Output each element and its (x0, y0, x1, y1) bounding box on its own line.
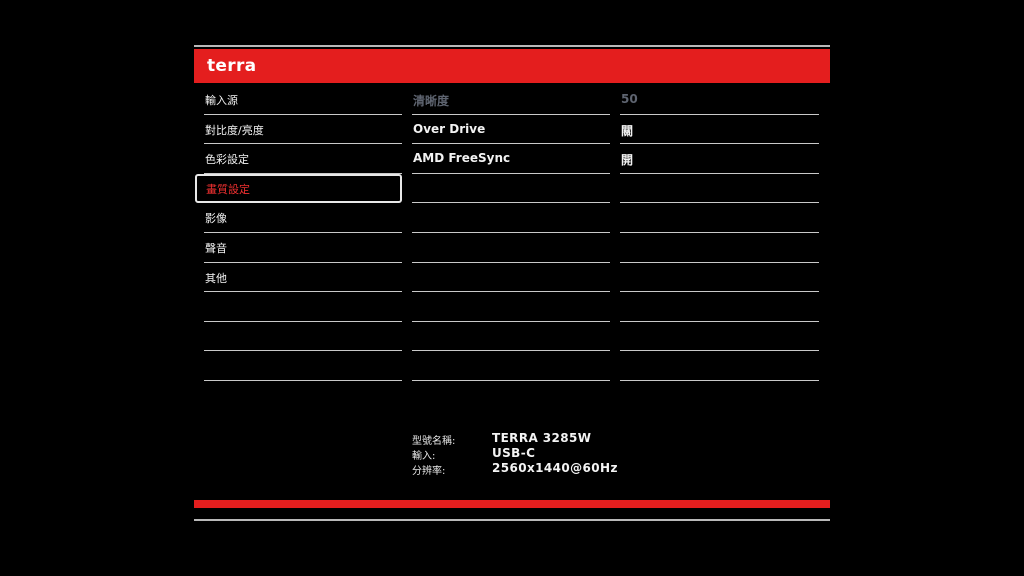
menu-item-label: 影像 (205, 212, 227, 226)
value-empty (620, 292, 819, 322)
option-empty (412, 263, 610, 293)
main-menu-column: 輸入源 對比度/亮度 色彩設定 畫質設定 影像 聲音 其他 (195, 85, 402, 381)
bottom-divider (194, 519, 830, 521)
menu-item-label: 輸入源 (205, 94, 238, 107)
info-row-model: 型號名稱: TERRA 3285W (412, 431, 712, 447)
resolution-value: 2560x1440@60Hz (492, 461, 618, 475)
header-bar: terra (194, 49, 830, 83)
menu-item-picture-quality[interactable]: 畫質設定 (195, 173, 402, 204)
menu-item-empty (204, 322, 402, 352)
option-label: AMD FreeSync (413, 151, 511, 166)
value-empty (620, 263, 819, 293)
brand-logo: terra (207, 56, 257, 76)
menu-item-label: 聲音 (205, 241, 227, 255)
option-empty (412, 322, 610, 352)
menu-item-empty (204, 292, 402, 322)
option-empty (412, 233, 610, 263)
option-empty (412, 351, 610, 381)
menu-item-label: 色彩設定 (205, 153, 249, 167)
menu-item-other[interactable]: 其他 (204, 263, 402, 293)
option-label: Over Drive (413, 121, 486, 136)
input-value: USB-C (492, 446, 536, 460)
option-column: 清晰度 Over Drive AMD FreeSync (412, 85, 610, 381)
osd-menu: terra 輸入源 對比度/亮度 色彩設定 畫質設定 影像 聲音 其他 清晰度 … (194, 45, 830, 525)
menu-item-input-source[interactable]: 輸入源 (204, 85, 402, 115)
value-amd-freesync[interactable]: 開 (620, 144, 819, 174)
menu-item-label: 畫質設定 (206, 182, 250, 196)
option-over-drive[interactable]: Over Drive (412, 115, 610, 145)
option-value: 開 (621, 153, 634, 168)
menu-item-image[interactable]: 影像 (204, 203, 402, 233)
monitor-info: 型號名稱: TERRA 3285W 輸入: USB-C 分辨率: 2560x14… (412, 431, 712, 477)
footer-bar (194, 500, 830, 508)
resolution-label: 分辨率: (412, 466, 446, 477)
menu-item-color-settings[interactable]: 色彩設定 (204, 144, 402, 174)
option-amd-freesync[interactable]: AMD FreeSync (412, 144, 610, 174)
option-value: 50 (621, 92, 638, 106)
menu-item-label: 對比度/亮度 (205, 123, 264, 137)
value-empty (620, 203, 819, 233)
option-sharpness: 清晰度 (412, 85, 610, 115)
info-row-input: 輸入: USB-C (412, 446, 712, 462)
value-empty (620, 322, 819, 352)
value-over-drive[interactable]: 關 (620, 115, 819, 145)
model-value: TERRA 3285W (492, 431, 592, 445)
option-empty (412, 203, 610, 233)
option-empty (412, 174, 610, 204)
option-label: 清晰度 (413, 94, 450, 108)
model-label: 型號名稱: (412, 436, 456, 447)
menu-item-label: 其他 (205, 271, 227, 285)
menu-item-sound[interactable]: 聲音 (204, 233, 402, 263)
menu-item-empty (204, 351, 402, 381)
value-empty (620, 233, 819, 263)
option-value: 關 (621, 123, 634, 138)
info-row-resolution: 分辨率: 2560x1440@60Hz (412, 461, 712, 477)
input-label: 輸入: (412, 451, 436, 462)
option-empty (412, 292, 610, 322)
menu-item-contrast-brightness[interactable]: 對比度/亮度 (204, 115, 402, 145)
value-empty (620, 351, 819, 381)
monitor-screen: terra 輸入源 對比度/亮度 色彩設定 畫質設定 影像 聲音 其他 清晰度 … (0, 0, 1024, 576)
top-divider (194, 45, 830, 47)
value-sharpness: 50 (620, 85, 819, 115)
value-empty (620, 174, 819, 204)
value-column: 50 關 開 (620, 85, 819, 381)
